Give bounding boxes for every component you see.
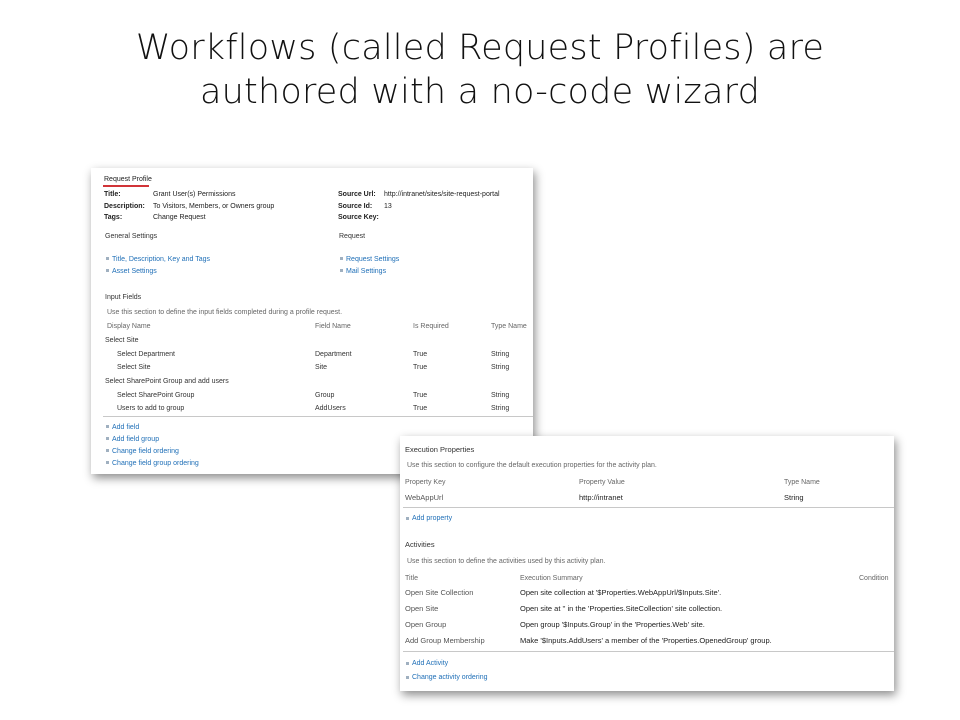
type-name-cell: String [491, 351, 510, 358]
description-label: Description: [104, 203, 145, 210]
add-property-link[interactable]: Add property [412, 514, 452, 524]
slide-title: Workflows (called Request Profiles) are … [0, 26, 960, 114]
activity-title-cell: Open Group [405, 620, 447, 629]
bullet-icon [106, 257, 109, 260]
group-row-sharepoint-group: Select SharePoint Group and add users [105, 378, 229, 385]
add-field-group-link[interactable]: Add field group [112, 435, 159, 444]
column-field-name: Field Name [315, 323, 351, 330]
execution-summary-cell: Make '$Inputs.AddUsers' a member of the … [520, 636, 772, 645]
activities-description: Use this section to define the activitie… [407, 558, 606, 565]
column-display-name: Display Name [107, 323, 151, 330]
input-fields-description: Use this section to define the input fie… [107, 309, 343, 316]
request-heading: Request [339, 233, 366, 240]
table-divider [403, 507, 894, 508]
slide-title-line-1: Workflows (called Request Profiles) are [135, 28, 825, 68]
general-settings-heading: General Settings [105, 233, 158, 240]
column-type-name: Type Name [491, 323, 527, 330]
execution-properties-heading: Execution Properties [405, 445, 475, 454]
bullet-icon [406, 676, 409, 679]
source-id-value: 13 [384, 203, 392, 210]
activity-title-cell: Open Site [405, 604, 439, 613]
bullet-icon [106, 449, 109, 452]
table-divider [403, 651, 894, 652]
column-property-value: Property Value [579, 479, 625, 486]
tags-value: Change Request [153, 214, 206, 221]
field-name-cell: Group [315, 392, 335, 399]
is-required-cell: True [413, 405, 428, 412]
change-field-group-ordering-link[interactable]: Change field group ordering [112, 459, 199, 468]
link-request-settings[interactable]: Request Settings [346, 255, 399, 264]
column-title: Title [405, 575, 418, 582]
change-field-ordering-link[interactable]: Change field ordering [112, 447, 179, 456]
field-name-cell: Department [315, 351, 352, 358]
execution-properties-description: Use this section to configure the defaul… [407, 462, 657, 469]
column-type-name: Type Name [784, 479, 820, 486]
activities-heading: Activities [405, 540, 435, 549]
slide-title-line-2: authored with a no-code wizard [200, 72, 760, 112]
is-required-cell: True [413, 351, 428, 358]
column-is-required: Is Required [413, 323, 449, 330]
bullet-icon [340, 257, 343, 260]
activity-title-cell: Open Site Collection [405, 588, 474, 597]
display-name-cell: Select SharePoint Group [117, 392, 195, 399]
heading-underline [103, 185, 149, 187]
bullet-icon [106, 269, 109, 272]
type-name-cell: String [491, 392, 510, 399]
bullet-icon [106, 425, 109, 428]
group-row-select-site: Select Site [105, 337, 139, 344]
bullet-icon [340, 269, 343, 272]
source-url-label: Source Url: [338, 191, 376, 198]
type-name-cell: String [491, 364, 510, 371]
property-value-cell: http://intranet [579, 493, 623, 502]
execution-summary-cell: Open site collection at '$Properties.Web… [520, 588, 722, 597]
column-execution-summary: Execution Summary [520, 575, 583, 582]
column-property-key: Property Key [405, 479, 446, 486]
add-activity-link[interactable]: Add Activity [412, 659, 448, 669]
column-condition: Condition [859, 575, 889, 582]
change-activity-ordering-link[interactable]: Change activity ordering [412, 673, 488, 683]
title-value: Grant User(s) Permissions [153, 191, 236, 198]
type-name-cell: String [491, 405, 510, 412]
link-asset-settings[interactable]: Asset Settings [112, 267, 157, 276]
link-mail-settings[interactable]: Mail Settings [346, 267, 386, 276]
link-title-description-key-tags[interactable]: Title, Description, Key and Tags [112, 255, 210, 264]
title-label: Title: [104, 191, 121, 198]
bullet-icon [106, 437, 109, 440]
add-field-link[interactable]: Add field [112, 423, 139, 432]
property-key-cell: WebAppUrl [405, 493, 444, 502]
is-required-cell: True [413, 364, 428, 371]
description-value: To Visitors, Members, or Owners group [153, 203, 275, 210]
bullet-icon [406, 517, 409, 520]
is-required-cell: True [413, 392, 428, 399]
execution-activities-panel: Execution Properties Use this section to… [400, 436, 894, 691]
type-name-cell: String [784, 493, 804, 502]
source-id-label: Source Id: [338, 203, 373, 210]
tags-label: Tags: [104, 214, 123, 221]
source-key-label: Source Key: [338, 214, 379, 221]
execution-summary-cell: Open group '$Inputs.Group' in the 'Prope… [520, 620, 705, 629]
bullet-icon [106, 461, 109, 464]
field-name-cell: Site [315, 364, 328, 371]
activity-title-cell: Add Group Membership [405, 636, 485, 645]
display-name-cell: Select Department [117, 351, 175, 358]
display-name-cell: Select Site [117, 364, 151, 371]
source-url-value: http://intranet/sites/site-request-porta… [384, 191, 500, 198]
input-fields-heading: Input Fields [105, 294, 142, 301]
request-profile-heading: Request Profile [104, 176, 152, 183]
display-name-cell: Users to add to group [117, 405, 185, 412]
execution-summary-cell: Open site at '' in the 'Properties.SiteC… [520, 604, 723, 613]
table-divider [103, 416, 533, 417]
bullet-icon [406, 662, 409, 665]
request-profile-panel: Request Profile Title: Grant User(s) Per… [91, 168, 533, 474]
field-name-cell: AddUsers [315, 405, 346, 412]
